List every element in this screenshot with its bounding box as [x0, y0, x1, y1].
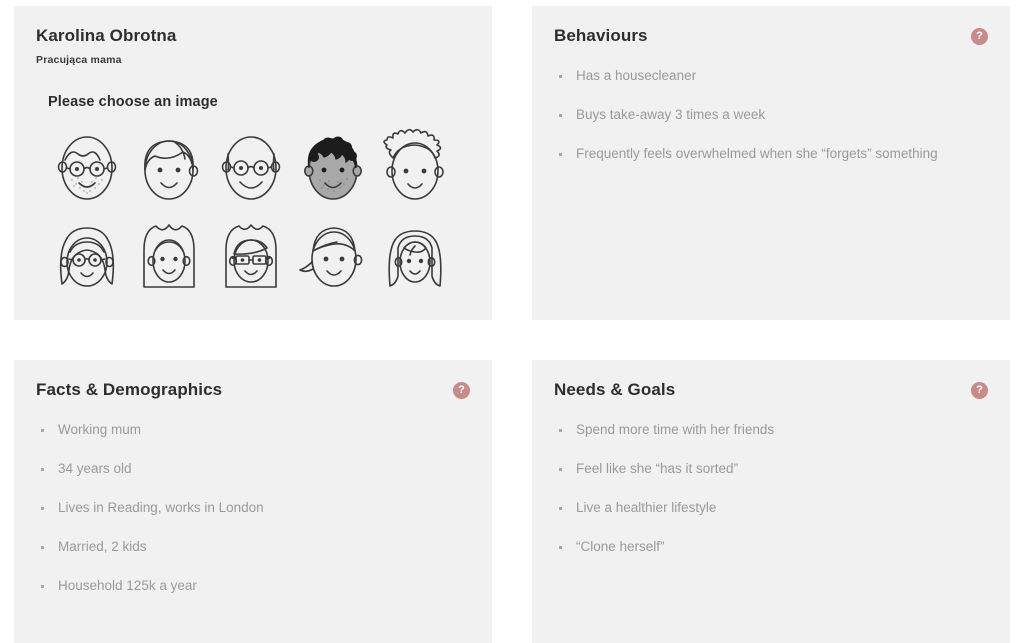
behaviours-list: Has a housecleaner Buys take-away 3 time…	[554, 68, 988, 163]
persona-subtitle: Pracująca mama	[36, 54, 122, 67]
list-item: Household 125k a year	[36, 578, 470, 595]
list-item: Live a healthier lifestyle	[554, 500, 988, 517]
list-item: 34 years old	[36, 461, 470, 478]
persona-panel: Karolina Obrotna Pracująca mama Please c…	[14, 6, 492, 320]
facts-list: Working mum 34 years old Lives in Readin…	[36, 422, 470, 594]
facts-demographics-panel: ? Facts & Demographics Working mum 34 ye…	[14, 360, 492, 643]
avatar-option-bald-man-glasses[interactable]	[210, 124, 292, 212]
avatar-option-spiky-hair-man[interactable]	[374, 124, 456, 212]
avatar-picker-grid	[46, 124, 470, 300]
list-item: Buys take-away 3 times a week	[554, 107, 988, 124]
needs-list: Spend more time with her friends Feel li…	[554, 422, 988, 556]
list-item: “Clone herself”	[554, 539, 988, 556]
behaviours-panel: ? Behaviours Has a housecleaner Buys tak…	[532, 6, 1010, 320]
avatar-option-curly-hair-man[interactable]	[292, 124, 374, 212]
list-item: Lives in Reading, works in London	[36, 500, 470, 517]
needs-title: Needs & Goals	[554, 380, 676, 399]
avatar-option-straight-hair-woman[interactable]	[128, 212, 210, 300]
avatar-option-ponytail-woman[interactable]	[292, 212, 374, 300]
persona-board: Karolina Obrotna Pracująca mama Please c…	[0, 0, 1024, 643]
list-item: Working mum	[36, 422, 470, 439]
help-icon[interactable]: ?	[453, 382, 470, 399]
list-item: Feel like she “has it sorted”	[554, 461, 988, 478]
list-item: Married, 2 kids	[36, 539, 470, 556]
help-icon[interactable]: ?	[971, 382, 988, 399]
choose-image-label: Please choose an image	[48, 94, 218, 111]
avatar-option-bald-man-glasses-beard[interactable]	[46, 124, 128, 212]
help-icon[interactable]: ?	[971, 28, 988, 45]
avatar-option-woman-rectangular-glasses[interactable]	[210, 212, 292, 300]
list-item: Frequently feels overwhelmed when she “f…	[554, 146, 988, 163]
avatar-option-long-hair-woman-glasses[interactable]	[46, 212, 128, 300]
facts-title: Facts & Demographics	[36, 380, 223, 399]
needs-goals-panel: ? Needs & Goals Spend more time with her…	[532, 360, 1010, 643]
list-item: Has a housecleaner	[554, 68, 988, 85]
list-item: Spend more time with her friends	[554, 422, 988, 439]
avatar-option-long-blonde-woman[interactable]	[374, 212, 456, 300]
persona-name: Karolina Obrotna	[36, 26, 177, 45]
avatar-option-short-hair-man[interactable]	[128, 124, 210, 212]
behaviours-title: Behaviours	[554, 26, 648, 45]
